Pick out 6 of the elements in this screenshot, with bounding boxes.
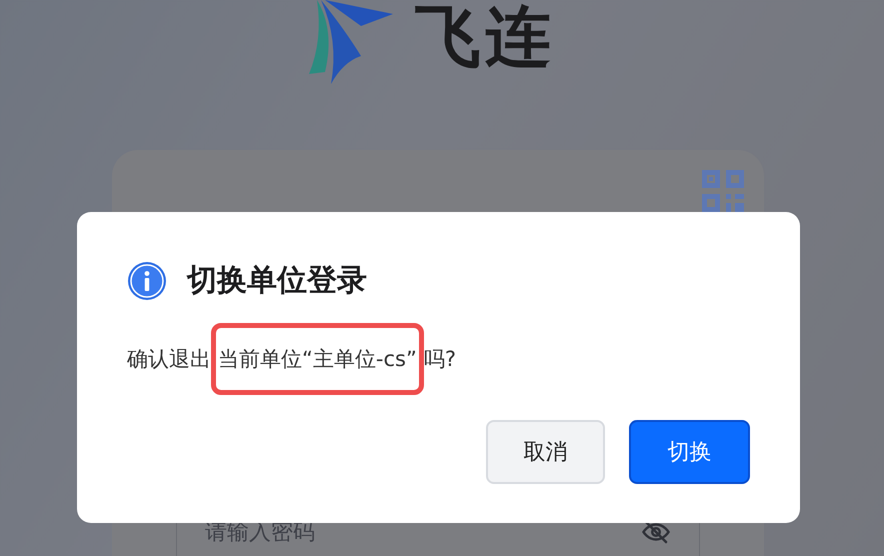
info-icon — [127, 260, 167, 300]
logo-text: 飞连 — [415, 4, 555, 70]
dialog-title: 切换单位登录 — [187, 262, 367, 300]
switch-button[interactable]: 切换 — [629, 420, 750, 484]
dialog-message: 确认退出 当前单位“主单位-cs” 吗? — [127, 323, 750, 395]
cancel-button[interactable]: 取消 — [486, 420, 605, 484]
